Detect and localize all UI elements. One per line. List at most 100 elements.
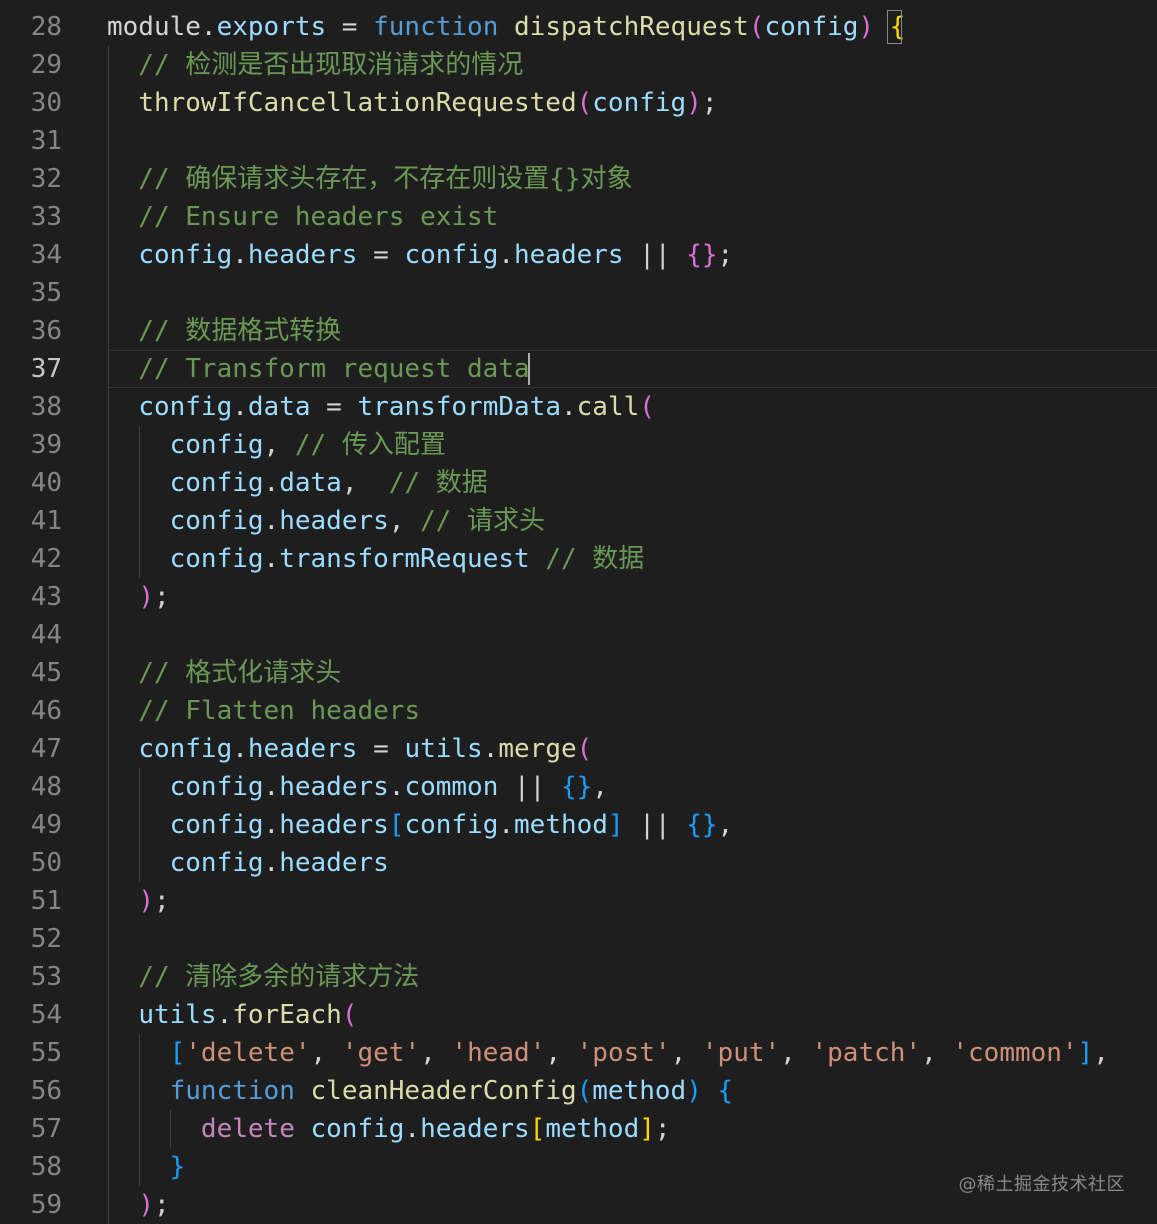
- code-token: // 清除多余的请求方法: [107, 962, 420, 992]
- code-token: config: [138, 240, 233, 270]
- code-token: .: [498, 810, 515, 840]
- code-token: .: [200, 12, 217, 42]
- code-token: 'put': [701, 1038, 781, 1068]
- code-token: ,: [717, 810, 734, 840]
- code-token: (: [639, 392, 655, 422]
- line-code[interactable]: config.data = transformData.call(: [107, 388, 655, 426]
- line-code[interactable]: config.headers.common || {},: [107, 768, 608, 806]
- code-token: config: [592, 88, 687, 118]
- code-token: {}: [686, 810, 718, 840]
- code-token: // 格式化请求头: [107, 658, 342, 688]
- code-line: 33 // Ensure headers exist: [0, 198, 1157, 236]
- line-code[interactable]: // 数据格式转换: [107, 312, 341, 350]
- line-code[interactable]: );: [107, 578, 169, 616]
- code-line: 49 config.headers[config.method] || {},: [0, 806, 1157, 844]
- code-token: config: [764, 12, 859, 42]
- indent-guide: [170, 1110, 171, 1148]
- line-code[interactable]: config.headers = utils.merge(: [107, 730, 592, 768]
- line-number: 34: [30, 240, 62, 270]
- line-code[interactable]: config.headers = config.headers || {};: [107, 236, 733, 274]
- line-code[interactable]: config.data, // 数据: [107, 464, 488, 502]
- code-token: .: [263, 506, 280, 536]
- code-token: ,: [670, 1038, 702, 1068]
- code-line: 47 config.headers = utils.merge(: [0, 730, 1157, 768]
- code-token: .: [498, 240, 515, 270]
- code-token: function: [373, 12, 499, 42]
- line-code[interactable]: // 检测是否出现取消请求的情况: [107, 46, 523, 84]
- code-token: .: [263, 810, 280, 840]
- code-token: config: [404, 240, 499, 270]
- code-token: utils: [404, 734, 483, 764]
- line-number: 59: [30, 1190, 62, 1220]
- line-code[interactable]: }: [107, 1148, 186, 1186]
- indent-guide: [139, 1034, 140, 1186]
- line-number: 52: [30, 924, 62, 954]
- code-token: .: [232, 734, 248, 764]
- line-number: 50: [30, 848, 62, 878]
- code-line: 53 // 清除多余的请求方法: [0, 958, 1157, 996]
- line-number: 47: [30, 734, 62, 764]
- code-token: ): [858, 12, 875, 42]
- line-code[interactable]: );: [107, 1186, 169, 1224]
- code-line: 39 config, // 传入配置: [0, 426, 1157, 464]
- code-token: ): [138, 1190, 154, 1220]
- line-code[interactable]: module.exports = function dispatchReques…: [107, 8, 905, 46]
- line-number: 28: [30, 12, 62, 42]
- line-number: 38: [30, 392, 62, 422]
- line-code[interactable]: throwIfCancellationRequested(config);: [107, 84, 717, 122]
- line-code[interactable]: );: [107, 882, 169, 920]
- line-code[interactable]: function cleanHeaderConfig(method) {: [107, 1072, 734, 1110]
- line-code[interactable]: // 确保请求头存在，不存在则设置{}对象: [107, 160, 632, 198]
- line-code[interactable]: config.headers: [107, 844, 389, 882]
- line-code[interactable]: // Ensure headers exist: [107, 198, 498, 236]
- text-cursor: [528, 353, 531, 385]
- code-token: headers: [279, 848, 389, 878]
- code-token: 'get': [341, 1038, 421, 1068]
- line-code[interactable]: config.transformRequest // 数据: [107, 540, 645, 578]
- code-token: common: [404, 772, 499, 802]
- line-code[interactable]: config.headers[config.method] || {},: [107, 806, 734, 844]
- code-editor[interactable]: 28 module.exports = function dispatchRequ…: [0, 0, 1157, 1224]
- line-code[interactable]: utils.forEach(: [107, 996, 357, 1034]
- line-code[interactable]: // 格式化请求头: [107, 654, 341, 692]
- code-token: .: [263, 544, 280, 574]
- indent-guide: [139, 426, 140, 578]
- line-code[interactable]: // 清除多余的请求方法: [107, 958, 419, 996]
- line-code[interactable]: // Flatten headers: [107, 692, 420, 730]
- code-token: {}: [560, 772, 593, 802]
- code-token: method: [592, 1076, 687, 1106]
- code-line: 35: [0, 274, 1157, 312]
- line-number: 46: [30, 696, 62, 726]
- code-token: headers: [279, 772, 389, 802]
- code-token: 'patch': [811, 1038, 922, 1068]
- code-token: headers: [514, 240, 624, 270]
- code-line: 42 config.transformRequest // 数据: [0, 540, 1157, 578]
- code-token: headers: [279, 810, 389, 840]
- line-number: 45: [30, 658, 62, 688]
- code-line: 45 // 格式化请求头: [0, 654, 1157, 692]
- code-token: data: [247, 392, 311, 422]
- code-token: (: [748, 12, 765, 42]
- code-token: // 检测是否出现取消请求的情况: [107, 50, 524, 80]
- code-line: 29 // 检测是否出现取消请求的情况: [0, 46, 1157, 84]
- code-token: config: [310, 1114, 405, 1144]
- line-code[interactable]: config, // 传入配置: [107, 426, 446, 464]
- line-code[interactable]: delete config.headers[method];: [107, 1110, 671, 1148]
- code-line: 30 throwIfCancellationRequested(config);: [0, 84, 1157, 122]
- code-token: ,: [592, 772, 608, 802]
- line-code[interactable]: config.headers, // 请求头: [107, 502, 545, 540]
- line-code[interactable]: ['delete', 'get', 'head', 'post', 'put',…: [107, 1034, 1109, 1072]
- line-number: 37: [30, 354, 62, 384]
- code-line: 44: [0, 616, 1157, 654]
- code-token: data: [279, 468, 342, 498]
- code-line: 43 );: [0, 578, 1157, 616]
- code-token: [: [388, 810, 405, 840]
- code-token: exports: [216, 12, 327, 42]
- code-token: ,: [545, 1038, 577, 1068]
